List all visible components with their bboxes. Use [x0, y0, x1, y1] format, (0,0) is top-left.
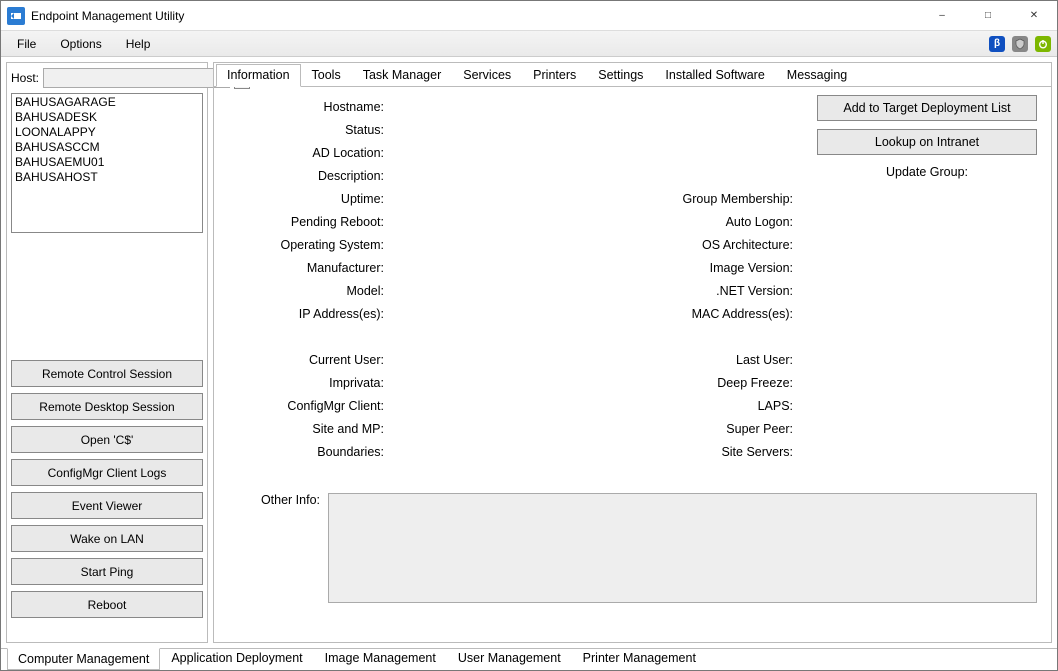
- host-item[interactable]: BAHUSASCCM: [15, 140, 199, 155]
- tab-services[interactable]: Services: [452, 64, 522, 86]
- remote-desktop-button[interactable]: Remote Desktop Session: [11, 393, 203, 420]
- group-membership-label: Group Membership:: [528, 192, 797, 206]
- event-viewer-button[interactable]: Event Viewer: [11, 492, 203, 519]
- boundaries-label: Boundaries:: [228, 445, 388, 459]
- menu-bar: File Options Help β: [1, 31, 1057, 57]
- image-version-label: Image Version:: [528, 261, 797, 275]
- pending-reboot-label: Pending Reboot:: [228, 215, 388, 229]
- imprivata-label: Imprivata:: [228, 376, 388, 390]
- menu-help[interactable]: Help: [116, 35, 161, 53]
- power-icon[interactable]: [1035, 36, 1051, 52]
- host-item[interactable]: BAHUSAEMU01: [15, 155, 199, 170]
- last-user-label: Last User:: [528, 353, 797, 367]
- description-label: Description:: [228, 169, 388, 183]
- other-info-label: Other Info:: [228, 493, 328, 638]
- tab-messaging[interactable]: Messaging: [776, 64, 858, 86]
- maximize-button[interactable]: □: [965, 1, 1011, 30]
- window-title: Endpoint Management Utility: [31, 9, 919, 23]
- remote-control-button[interactable]: Remote Control Session: [11, 360, 203, 387]
- info-actions-column: Add to Target Deployment List Lookup on …: [817, 95, 1037, 463]
- tab-printers[interactable]: Printers: [522, 64, 587, 86]
- host-item[interactable]: BAHUSAGARAGE: [15, 95, 199, 110]
- super-peer-label: Super Peer:: [528, 422, 797, 436]
- btab-image-management[interactable]: Image Management: [314, 648, 447, 669]
- tab-installed-software[interactable]: Installed Software: [654, 64, 775, 86]
- information-tab-body: Hostname: Status: AD Location: Descripti…: [214, 87, 1051, 642]
- btab-application-deployment[interactable]: Application Deployment: [160, 648, 313, 669]
- menu-file[interactable]: File: [7, 35, 46, 53]
- window-controls: – □ ✕: [919, 1, 1057, 30]
- host-item[interactable]: BAHUSAHOST: [15, 170, 199, 185]
- os-arch-label: OS Architecture:: [528, 238, 797, 252]
- update-group-label: Update Group:: [817, 165, 1037, 179]
- shield-icon[interactable]: [1012, 36, 1028, 52]
- current-user-label: Current User:: [228, 353, 388, 367]
- reboot-button[interactable]: Reboot: [11, 591, 203, 618]
- left-panel: Host: BAHUSAGARAGE BAHUSADESK LOONALAPPY…: [6, 62, 208, 643]
- wol-button[interactable]: Wake on LAN: [11, 525, 203, 552]
- auto-logon-label: Auto Logon:: [528, 215, 797, 229]
- status-label: Status:: [228, 123, 388, 137]
- ip-label: IP Address(es):: [228, 307, 388, 321]
- bottom-tabstrip: Computer Management Application Deployme…: [1, 648, 1057, 670]
- menu-options[interactable]: Options: [50, 35, 111, 53]
- site-mp-label: Site and MP:: [228, 422, 388, 436]
- open-c-button[interactable]: Open 'C$': [11, 426, 203, 453]
- btab-printer-management[interactable]: Printer Management: [572, 648, 707, 669]
- tab-settings[interactable]: Settings: [587, 64, 654, 86]
- deep-freeze-label: Deep Freeze:: [528, 376, 797, 390]
- host-item[interactable]: BAHUSADESK: [15, 110, 199, 125]
- add-target-button[interactable]: Add to Target Deployment List: [817, 95, 1037, 121]
- uptime-label: Uptime:: [228, 192, 388, 206]
- other-info-textarea[interactable]: [328, 493, 1037, 603]
- model-label: Model:: [228, 284, 388, 298]
- info-left-column: Hostname: Status: AD Location: Descripti…: [228, 95, 508, 463]
- content-area: Host: BAHUSAGARAGE BAHUSADESK LOONALAPPY…: [1, 57, 1057, 648]
- btab-computer-management[interactable]: Computer Management: [7, 648, 160, 670]
- host-item[interactable]: LOONALAPPY: [15, 125, 199, 140]
- manufacturer-label: Manufacturer:: [228, 261, 388, 275]
- start-ping-button[interactable]: Start Ping: [11, 558, 203, 585]
- lookup-intranet-button[interactable]: Lookup on Intranet: [817, 129, 1037, 155]
- beta-icon[interactable]: β: [989, 36, 1005, 52]
- right-panel: Information Tools Task Manager Services …: [213, 62, 1052, 643]
- mac-label: MAC Address(es):: [528, 307, 797, 321]
- main-window: Endpoint Management Utility – □ ✕ File O…: [0, 0, 1058, 671]
- site-servers-label: Site Servers:: [528, 445, 797, 459]
- cfgmgr-logs-button[interactable]: ConfigMgr Client Logs: [11, 459, 203, 486]
- host-listbox[interactable]: BAHUSAGARAGE BAHUSADESK LOONALAPPY BAHUS…: [11, 93, 203, 233]
- top-tabs: Information Tools Task Manager Services …: [214, 63, 1051, 87]
- tab-information[interactable]: Information: [216, 64, 301, 87]
- minimize-button[interactable]: –: [919, 1, 965, 30]
- cfgmgr-client-label: ConfigMgr Client:: [228, 399, 388, 413]
- title-bar: Endpoint Management Utility – □ ✕: [1, 1, 1057, 31]
- hostname-label: Hostname:: [228, 100, 388, 114]
- close-button[interactable]: ✕: [1011, 1, 1057, 30]
- host-input[interactable]: [43, 68, 230, 88]
- net-version-label: .NET Version:: [528, 284, 797, 298]
- ad-location-label: AD Location:: [228, 146, 388, 160]
- btab-user-management[interactable]: User Management: [447, 648, 572, 669]
- os-label: Operating System:: [228, 238, 388, 252]
- app-icon: [7, 7, 25, 25]
- tab-tools[interactable]: Tools: [301, 64, 352, 86]
- laps-label: LAPS:: [528, 399, 797, 413]
- info-right-column: Group Membership: Auto Logon: OS Archite…: [528, 95, 797, 463]
- host-label: Host:: [11, 71, 39, 85]
- tab-task-manager[interactable]: Task Manager: [352, 64, 453, 86]
